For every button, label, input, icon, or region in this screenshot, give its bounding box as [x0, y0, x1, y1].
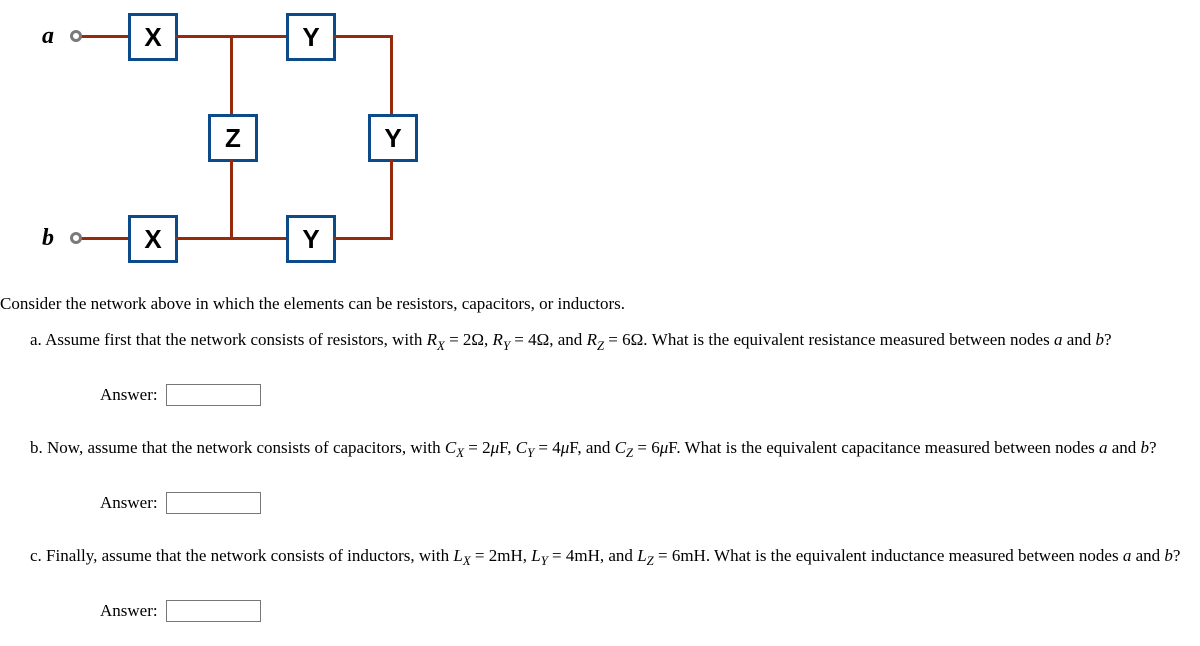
node-label-a: a — [42, 23, 54, 50]
part-b-text: b. Now, assume that the network consists… — [0, 430, 1200, 464]
wire — [230, 36, 233, 116]
element-z: Z — [208, 114, 258, 162]
node-label-b: b — [42, 225, 54, 252]
element-y-bottom: Y — [286, 215, 336, 263]
part-c-text: c. Finally, assume that the network cons… — [0, 538, 1200, 572]
wire — [333, 35, 393, 38]
wire — [80, 237, 128, 240]
terminal-a — [70, 30, 82, 42]
element-y-right: Y — [368, 114, 418, 162]
part-a-text: a. Assume first that the network consist… — [0, 322, 1200, 356]
answer-label-b: Answer: — [100, 493, 158, 513]
wire — [390, 160, 393, 239]
wire — [230, 160, 233, 239]
answer-input-b[interactable] — [166, 492, 261, 514]
terminal-b — [70, 232, 82, 244]
circuit-diagram: X Y X Y Z Y a b — [30, 10, 470, 280]
answer-row-b: Answer: — [0, 474, 1200, 538]
element-x-bottom: X — [128, 215, 178, 263]
answer-row-c: Answer: — [0, 582, 1200, 646]
answer-label-c: Answer: — [100, 601, 158, 621]
element-y-top: Y — [286, 13, 336, 61]
answer-input-c[interactable] — [166, 600, 261, 622]
wire — [390, 36, 393, 116]
wire — [80, 35, 128, 38]
element-x-top: X — [128, 13, 178, 61]
intro-text: Consider the network above in which the … — [0, 290, 1200, 322]
wire — [333, 237, 393, 240]
answer-row-a: Answer: — [0, 366, 1200, 430]
answer-label-a: Answer: — [100, 385, 158, 405]
answer-input-a[interactable] — [166, 384, 261, 406]
